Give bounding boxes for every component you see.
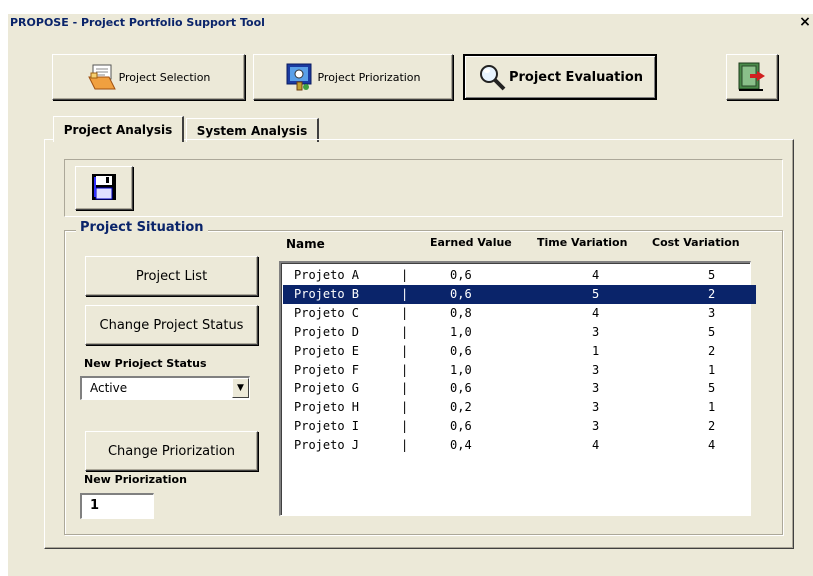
- project-selection-icon: [87, 63, 117, 91]
- chevron-down-icon[interactable]: ▼: [232, 378, 249, 398]
- project-status-select[interactable]: Active ▼: [80, 376, 250, 400]
- cell-time-variation: 3: [592, 400, 600, 415]
- cell-cost-variation: 2: [708, 286, 716, 301]
- cell-cost-variation: 2: [708, 343, 716, 358]
- cell-name: Projeto F: [294, 362, 360, 377]
- cell-earned-value: 0,6: [450, 286, 472, 301]
- project-situation-label: Project Situation: [76, 220, 208, 235]
- tab-system-analysis-label: System Analysis: [196, 123, 308, 138]
- change-project-status-button[interactable]: Change Project Status: [85, 305, 258, 345]
- cell-name: Projeto E: [294, 343, 360, 358]
- cell-cost-variation: 5: [708, 268, 716, 282]
- column-header-time-variation: Time Variation: [537, 236, 628, 249]
- column-header-cost-variation: Cost Variation: [652, 236, 740, 249]
- change-priorization-button[interactable]: Change Priorization: [85, 431, 258, 471]
- project-list-button-label: Project List: [135, 268, 208, 284]
- cell-cost-variation: 2: [708, 419, 716, 434]
- cell-earned-value: 0,6: [450, 381, 472, 396]
- cell-separator: |: [401, 362, 409, 377]
- cell-earned-value: 1,0: [450, 324, 472, 339]
- tab-project-analysis[interactable]: Project Analysis: [53, 116, 184, 142]
- cell-cost-variation: 5: [708, 324, 716, 339]
- project-priorization-button[interactable]: Project Priorization: [253, 54, 453, 100]
- column-header-earned-value: Earned Value: [430, 236, 512, 249]
- close-icon[interactable]: ×: [797, 14, 813, 30]
- cell-time-variation: 4: [592, 305, 600, 320]
- cell-cost-variation: 1: [708, 362, 716, 377]
- project-selection-button[interactable]: Project Selection: [52, 54, 245, 100]
- floppy-disk-icon: [91, 173, 117, 204]
- title-bar: PROPOSE - Project Portfolio Support Tool…: [8, 14, 813, 32]
- cell-time-variation: 3: [592, 419, 600, 434]
- cell-separator: |: [401, 268, 409, 282]
- project-priorization-icon: [285, 62, 315, 92]
- change-priorization-label: Change Priorization: [107, 443, 236, 459]
- window-title: PROPOSE - Project Portfolio Support Tool: [10, 16, 265, 29]
- cell-earned-value: 0,6: [450, 419, 472, 434]
- cell-time-variation: 4: [592, 268, 600, 282]
- magnifier-icon: [477, 62, 507, 92]
- cell-time-variation: 3: [592, 381, 600, 396]
- project-evaluation-label: Project Evaluation: [508, 69, 644, 85]
- table-row[interactable]: Projeto B | 0,6 5 2: [283, 284, 756, 304]
- cell-cost-variation: 3: [708, 305, 716, 320]
- cell-separator: |: [401, 400, 409, 415]
- priorization-input[interactable]: 1: [80, 493, 154, 519]
- cell-cost-variation: 5: [708, 381, 716, 396]
- cell-name: Projeto D: [294, 324, 360, 339]
- project-status-value: Active: [90, 381, 128, 395]
- project-evaluation-button[interactable]: Project Evaluation: [463, 54, 657, 100]
- cell-separator: |: [401, 305, 409, 320]
- project-selection-label: Project Selection: [118, 70, 211, 84]
- cell-separator: |: [401, 286, 409, 301]
- new-priorization-label: New Priorization: [84, 473, 187, 486]
- cell-name: Projeto J: [294, 438, 360, 453]
- project-list-button[interactable]: Project List: [85, 256, 258, 296]
- cell-cost-variation: 1: [708, 400, 716, 415]
- table-row[interactable]: Projeto H | 0,2 3 1: [283, 398, 756, 417]
- cell-time-variation: 4: [592, 438, 600, 453]
- table-row[interactable]: Projeto D | 1,0 3 5: [283, 323, 756, 342]
- cell-separator: |: [401, 343, 409, 358]
- cell-time-variation: 3: [592, 324, 600, 339]
- save-toolbar-frame: [64, 159, 783, 217]
- table-row[interactable]: Projeto J | 0,4 4 4: [283, 436, 756, 455]
- cell-earned-value: 0,4: [450, 438, 472, 453]
- cell-earned-value: 0,6: [450, 343, 472, 358]
- cell-separator: |: [401, 419, 409, 434]
- table-row[interactable]: Projeto F | 1,0 3 1: [283, 361, 756, 380]
- change-project-status-label: Change Project Status: [99, 317, 244, 333]
- cell-name: Projeto G: [294, 381, 360, 396]
- table-row[interactable]: Projeto C | 0,8 4 3: [283, 304, 756, 323]
- cell-name: Projeto H: [294, 400, 360, 415]
- tab-project-analysis-label: Project Analysis: [63, 122, 173, 137]
- cell-name: Projeto B: [294, 286, 360, 301]
- cell-earned-value: 0,8: [450, 305, 472, 320]
- exit-button[interactable]: [726, 54, 778, 100]
- cell-name: Projeto A: [294, 268, 360, 282]
- cell-name: Projeto I: [294, 419, 360, 434]
- cell-earned-value: 1,0: [450, 362, 472, 377]
- exit-door-icon: [735, 61, 767, 93]
- save-button[interactable]: [75, 166, 133, 210]
- table-row[interactable]: Projeto A | 0,6 4 5: [283, 266, 756, 285]
- project-listbox[interactable]: Projeto A | 0,6 4 5 Projeto B | 0,6 5 2 Projeto C |…: [279, 261, 756, 516]
- column-header-name: Name: [286, 237, 325, 251]
- cell-cost-variation: 4: [708, 438, 716, 453]
- cell-earned-value: 0,2: [450, 400, 472, 415]
- cell-separator: |: [401, 381, 409, 396]
- cell-time-variation: 3: [592, 362, 600, 377]
- cell-separator: |: [401, 324, 409, 339]
- table-row[interactable]: Projeto I | 0,6 3 2: [283, 417, 756, 436]
- cell-name: Projeto C: [294, 305, 360, 320]
- table-row[interactable]: Projeto E | 0,6 1 2: [283, 342, 756, 361]
- cell-time-variation: 1: [592, 343, 600, 358]
- project-priorization-label: Project Priorization: [317, 70, 421, 84]
- cell-time-variation: 5: [592, 286, 600, 301]
- cell-separator: |: [401, 438, 409, 453]
- table-row[interactable]: Projeto G | 0,6 3 5: [283, 379, 756, 398]
- cell-earned-value: 0,6: [450, 268, 472, 282]
- new-project-status-label: New Prioject Status: [84, 357, 207, 370]
